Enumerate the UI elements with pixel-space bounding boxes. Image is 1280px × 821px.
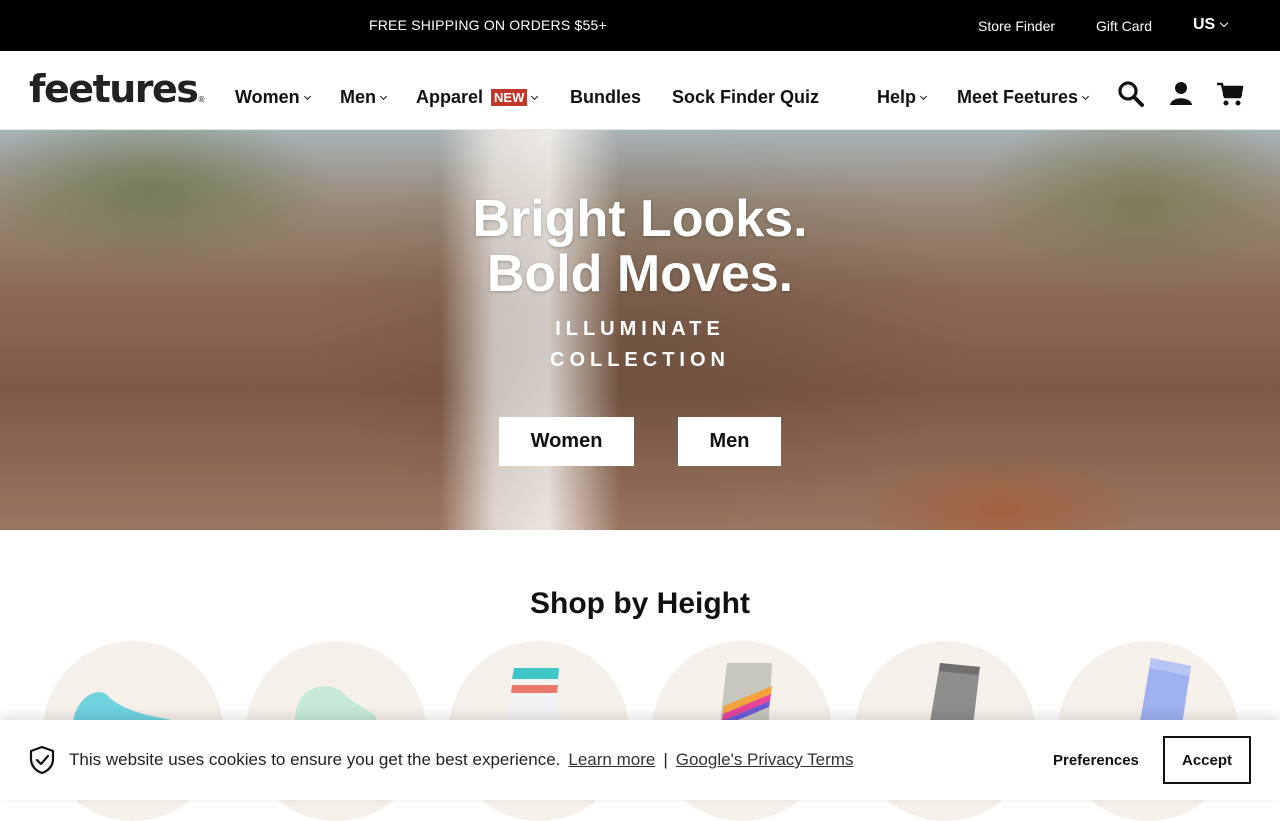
cookie-message-text: This website uses cookies to ensure you …	[69, 750, 561, 769]
registered-mark: ®	[197, 95, 206, 104]
nav-item-label: Apparel	[416, 87, 484, 107]
chevron-down-icon	[379, 92, 388, 101]
nav-item-apparel[interactable]: Apparel NEW	[416, 87, 539, 108]
nav-item-label: Bundles	[570, 87, 642, 107]
store-finder-link[interactable]: Store Finder	[978, 18, 1055, 34]
region-selector[interactable]: US	[1193, 16, 1229, 34]
hero-subtitle-line-1: ILLUMINATE	[555, 318, 725, 340]
free-shipping-promo: FREE SHIPPING ON ORDERS $55+	[369, 17, 607, 33]
nav-item-bundles[interactable]: Bundles	[570, 87, 641, 108]
nav-item-women[interactable]: Women	[235, 87, 311, 108]
announcement-bar: FREE SHIPPING ON ORDERS $55+ Store Finde…	[0, 0, 1280, 51]
region-label: US	[1193, 16, 1216, 33]
cookie-accept-button[interactable]: Accept	[1163, 736, 1251, 784]
new-badge: NEW	[491, 89, 528, 106]
nav-item-meet-feetures[interactable]: Meet Feetures	[957, 87, 1090, 108]
account-button[interactable]	[1166, 79, 1196, 109]
cookie-preferences-button[interactable]: Preferences	[1053, 752, 1139, 769]
shop-men-button[interactable]: Men	[678, 417, 781, 466]
nav-item-label: Help	[877, 87, 917, 107]
learn-more-link[interactable]: Learn more	[568, 750, 655, 770]
chevron-down-icon	[1082, 92, 1090, 101]
nav-item-label: Meet Feetures	[957, 87, 1079, 107]
hero-banner: Bright Looks. Bold Moves. ILLUMINATE COL…	[0, 130, 1280, 530]
nav-item-sock-finder-quiz[interactable]: Sock Finder Quiz	[672, 87, 819, 108]
shield-check-icon	[29, 745, 55, 775]
gift-card-link[interactable]: Gift Card	[1096, 18, 1152, 34]
nav-item-label: Women	[235, 87, 300, 107]
nav-item-men[interactable]: Men	[340, 87, 388, 108]
google-privacy-terms-link[interactable]: Google's Privacy Terms	[676, 750, 854, 770]
search-button[interactable]	[1116, 79, 1146, 109]
cookie-separator: |	[663, 750, 668, 769]
cart-icon	[1217, 82, 1244, 106]
cookie-message: This website uses cookies to ensure you …	[69, 750, 853, 770]
chevron-down-icon	[1219, 18, 1229, 28]
chevron-down-icon	[531, 92, 539, 101]
account-icon	[1170, 82, 1192, 105]
chevron-down-icon	[303, 92, 311, 101]
hero-headline: Bright Looks. Bold Moves.	[0, 192, 1280, 302]
cart-button[interactable]	[1215, 79, 1245, 109]
nav-item-label: Men	[340, 87, 376, 107]
nav-item-help[interactable]: Help	[877, 87, 928, 108]
logo-text: feetures	[29, 67, 199, 111]
main-nav: feetures® Women Men Apparel NEW Bundles …	[0, 51, 1280, 130]
chevron-down-icon	[919, 92, 928, 101]
hero-headline-line-1: Bright Looks.	[472, 190, 808, 248]
shop-women-button[interactable]: Women	[499, 417, 634, 466]
hero-headline-line-2: Bold Moves.	[486, 245, 794, 303]
hero-subtitle-line-2: COLLECTION	[550, 349, 730, 371]
cookie-banner: This website uses cookies to ensure you …	[0, 720, 1280, 800]
shop-by-height-title: Shop by Height	[530, 587, 750, 620]
search-icon	[1118, 81, 1144, 107]
nav-item-label: Sock Finder Quiz	[672, 87, 820, 107]
feetures-logo[interactable]: feetures®	[29, 69, 205, 120]
